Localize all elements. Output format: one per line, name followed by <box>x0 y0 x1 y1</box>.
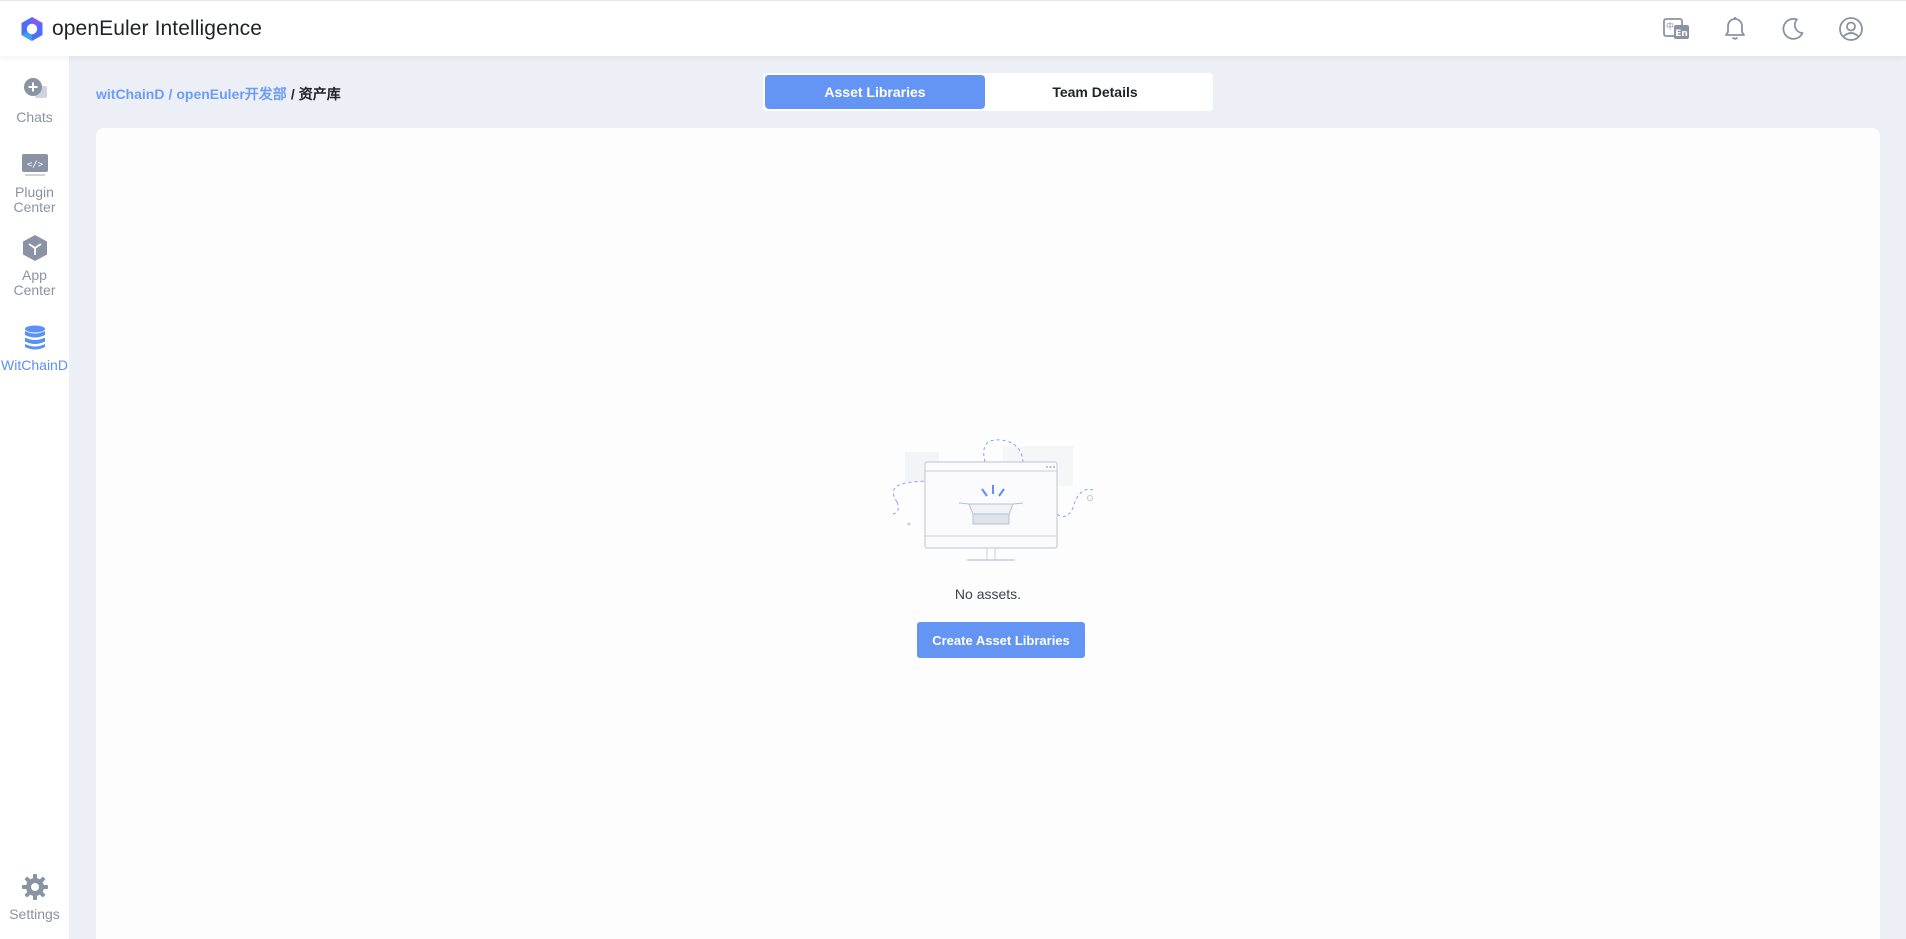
sidebar-item-label: Settings <box>9 906 60 922</box>
top-bar: openEuler Intelligence En 中 <box>0 0 1906 56</box>
sidebar-item-plugin-center[interactable]: </> Plugin Center <box>0 151 69 215</box>
language-switch-icon[interactable]: En 中 <box>1662 14 1692 44</box>
bell-icon[interactable] <box>1720 14 1750 44</box>
breadcrumb-team[interactable]: openEuler开发部 <box>176 86 286 102</box>
sidebar-item-chats[interactable]: Chats <box>0 76 69 125</box>
moon-icon[interactable] <box>1778 14 1808 44</box>
sidebar-item-settings[interactable]: Settings <box>0 873 69 922</box>
brand[interactable]: openEuler Intelligence <box>20 16 262 42</box>
cube-icon <box>22 235 47 261</box>
tab-asset-libraries[interactable]: Asset Libraries <box>765 75 985 109</box>
svg-text:</>: </> <box>26 160 43 170</box>
tab-bar: Asset Libraries Team Details <box>763 73 1213 111</box>
empty-state-message: No assets. <box>954 586 1022 602</box>
sidebar-item-label: WitChainD <box>1 357 68 373</box>
svg-text:中: 中 <box>1666 21 1674 31</box>
sidebar-item-witchaind[interactable]: WitChainD <box>0 324 69 373</box>
sidebar-item-label: Chats <box>16 109 53 125</box>
chat-icon <box>23 78 47 98</box>
empty-box-illustration <box>892 439 1094 561</box>
app-title: openEuler Intelligence <box>52 16 263 40</box>
main-panel: No assets. Create Asset Libraries <box>96 128 1880 939</box>
svg-text:En: En <box>1675 29 1688 39</box>
tab-team-details[interactable]: Team Details <box>985 75 1205 109</box>
breadcrumb-witchaind[interactable]: witChainD <box>96 86 164 102</box>
sidebar: Chats </> Plugin Center App Center WitCh… <box>0 56 69 939</box>
gear-icon <box>21 874 48 900</box>
breadcrumb-separator: / <box>290 86 295 102</box>
database-icon <box>24 325 45 350</box>
openeuler-logo-icon <box>21 16 43 41</box>
breadcrumb-separator: / <box>168 86 173 102</box>
breadcrumb: witChainD / openEuler开发部 / 资产库 <box>96 84 341 104</box>
breadcrumb-current: 资产库 <box>298 86 341 102</box>
sidebar-item-label: App Center <box>13 267 56 298</box>
plugin-icon: </> <box>21 154 48 176</box>
sidebar-item-app-center[interactable]: App Center <box>0 234 69 298</box>
create-asset-libraries-button[interactable]: Create Asset Libraries <box>917 622 1085 658</box>
sidebar-item-label: Plugin Center <box>13 184 56 215</box>
user-icon[interactable] <box>1836 14 1866 44</box>
